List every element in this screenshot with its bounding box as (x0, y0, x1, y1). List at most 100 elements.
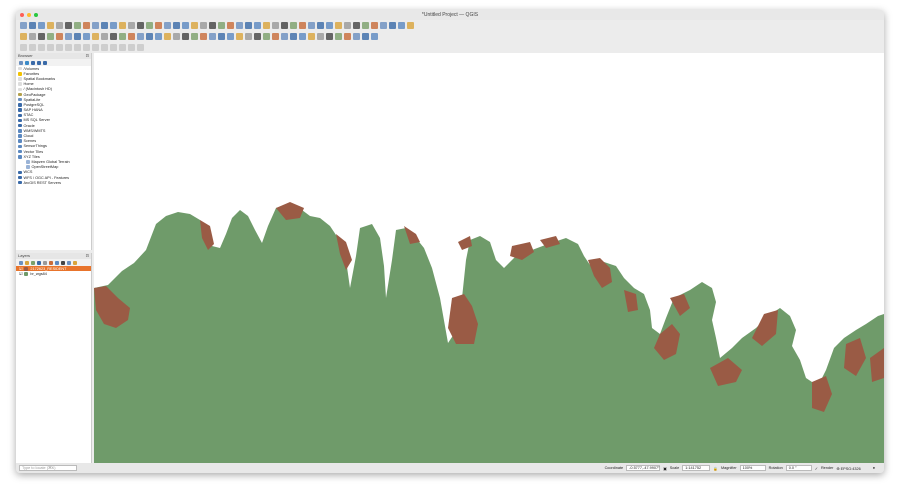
toolbar-tool-icon[interactable] (290, 22, 297, 29)
toolbar-tool-icon[interactable] (263, 33, 270, 40)
lock-icon[interactable]: 🔒 (713, 466, 718, 471)
toolbar-tool-icon[interactable] (47, 22, 54, 29)
toolbar-tool-icon[interactable] (200, 22, 207, 29)
toolbar-tool-icon[interactable] (353, 33, 360, 40)
toolbar-tool-icon[interactable] (245, 33, 252, 40)
toolbar-tool-icon[interactable] (29, 33, 36, 40)
locator-search-input[interactable]: Type to locate (⌘K) (19, 465, 77, 471)
toolbar-tool-icon[interactable] (218, 33, 225, 40)
toolbar-tool-icon[interactable] (227, 22, 234, 29)
toolbar-tool-icon[interactable] (92, 22, 99, 29)
toolbar-tool-icon[interactable] (362, 33, 369, 40)
layers-tool-icon[interactable] (55, 260, 59, 265)
toolbar-tool-icon[interactable] (317, 33, 324, 40)
layers-tool-icon[interactable] (31, 260, 35, 265)
toolbar-tool-icon[interactable] (56, 22, 63, 29)
toolbar-tool-icon[interactable] (155, 33, 162, 40)
toolbar-tool-icon[interactable] (110, 22, 117, 29)
toolbar-tool-icon[interactable] (335, 22, 342, 29)
toolbar-tool-icon[interactable] (398, 22, 405, 29)
toolbar-tool-icon[interactable] (38, 33, 45, 40)
toolbar-tool-icon[interactable] (200, 33, 207, 40)
toolbar-tool-icon[interactable] (29, 44, 36, 51)
toolbar-tool-icon[interactable] (335, 33, 342, 40)
layer-item[interactable]: ☑ br_wgs84 (16, 271, 91, 276)
toolbar-tool-icon[interactable] (236, 33, 243, 40)
toolbar-tool-icon[interactable] (254, 33, 261, 40)
toolbar-tool-icon[interactable] (29, 22, 36, 29)
toolbar-tool-icon[interactable] (182, 33, 189, 40)
coordinate-field[interactable]: -0.5777,-47.9907° (626, 465, 661, 471)
layers-tool-icon[interactable] (49, 260, 53, 265)
close-button[interactable] (20, 13, 24, 17)
toolbar-tool-icon[interactable] (263, 22, 270, 29)
toolbar-tool-icon[interactable] (209, 33, 216, 40)
toolbar-tool-icon[interactable] (110, 33, 117, 40)
toolbar-tool-icon[interactable] (326, 33, 333, 40)
toolbar-tool-icon[interactable] (290, 33, 297, 40)
toolbar-tool-icon[interactable] (101, 22, 108, 29)
layers-tool-icon[interactable] (73, 260, 77, 265)
layers-tool-icon[interactable] (37, 260, 41, 265)
browser-item[interactable]: ArcGIS REST Servers (16, 180, 91, 185)
toolbar-tool-icon[interactable] (344, 33, 351, 40)
toolbar-tool-icon[interactable] (164, 22, 171, 29)
toolbar-tool-icon[interactable] (47, 33, 54, 40)
toolbar-tool-icon[interactable] (407, 22, 414, 29)
toolbar-tool-icon[interactable] (299, 33, 306, 40)
map-canvas[interactable] (94, 53, 884, 463)
toolbar-tool-icon[interactable] (164, 33, 171, 40)
minimize-button[interactable] (27, 13, 31, 17)
toolbar-tool-icon[interactable] (137, 22, 144, 29)
toolbar-tool-icon[interactable] (137, 33, 144, 40)
toolbar-tool-icon[interactable] (272, 33, 279, 40)
toolbar-tool-icon[interactable] (308, 22, 315, 29)
toolbar-tool-icon[interactable] (83, 22, 90, 29)
toolbar-tool-icon[interactable] (128, 33, 135, 40)
toolbar-tool-icon[interactable] (371, 33, 378, 40)
toolbar-tool-icon[interactable] (38, 22, 45, 29)
toolbar-tool-icon[interactable] (65, 44, 72, 51)
magnifier-field[interactable]: 100% (739, 465, 766, 471)
toolbar-tool-icon[interactable] (191, 22, 198, 29)
toolbar-tool-icon[interactable] (389, 22, 396, 29)
toolbar-tool-icon[interactable] (218, 22, 225, 29)
toolbar-tool-icon[interactable] (209, 22, 216, 29)
toolbar-tool-icon[interactable] (110, 44, 117, 51)
layers-tool-icon[interactable] (25, 260, 29, 265)
toolbar-tool-icon[interactable] (38, 44, 45, 51)
toolbar-tool-icon[interactable] (281, 22, 288, 29)
refresh-icon[interactable] (25, 60, 29, 65)
toolbar-tool-icon[interactable] (83, 44, 90, 51)
toolbar-tool-icon[interactable] (353, 22, 360, 29)
extents-toggle-icon[interactable]: ▣ (663, 466, 667, 471)
toolbar-tool-icon[interactable] (344, 22, 351, 29)
crs-button[interactable]: ⊕ EPSG:4326 (836, 466, 860, 471)
toolbar-tool-icon[interactable] (380, 22, 387, 29)
toolbar-tool-icon[interactable] (101, 44, 108, 51)
rotation-field[interactable]: 0.0 ° (785, 465, 812, 471)
toolbar-tool-icon[interactable] (119, 44, 126, 51)
toolbar-tool-icon[interactable] (83, 33, 90, 40)
toolbar-tool-icon[interactable] (173, 33, 180, 40)
zoom-button[interactable] (34, 13, 38, 17)
layers-tool-icon[interactable] (19, 260, 23, 265)
toolbar-tool-icon[interactable] (146, 22, 153, 29)
toolbar-tool-icon[interactable] (371, 22, 378, 29)
panel-close-icon[interactable]: ⊡ (86, 253, 89, 259)
toolbar-tool-icon[interactable] (65, 22, 72, 29)
toolbar-tool-icon[interactable] (74, 33, 81, 40)
toolbar-tool-icon[interactable] (236, 22, 243, 29)
filter-icon[interactable] (31, 60, 35, 65)
toolbar-tool-icon[interactable] (128, 44, 135, 51)
toolbar-tool-icon[interactable] (92, 44, 99, 51)
layers-tool-icon[interactable] (61, 260, 65, 265)
toolbar-tool-icon[interactable] (227, 33, 234, 40)
toolbar-tool-icon[interactable] (308, 33, 315, 40)
toolbar-tool-icon[interactable] (272, 22, 279, 29)
toolbar-tool-icon[interactable] (146, 33, 153, 40)
toolbar-tool-icon[interactable] (128, 22, 135, 29)
toolbar-tool-icon[interactable] (47, 44, 54, 51)
toolbar-tool-icon[interactable] (191, 33, 198, 40)
toolbar-tool-icon[interactable] (155, 22, 162, 29)
